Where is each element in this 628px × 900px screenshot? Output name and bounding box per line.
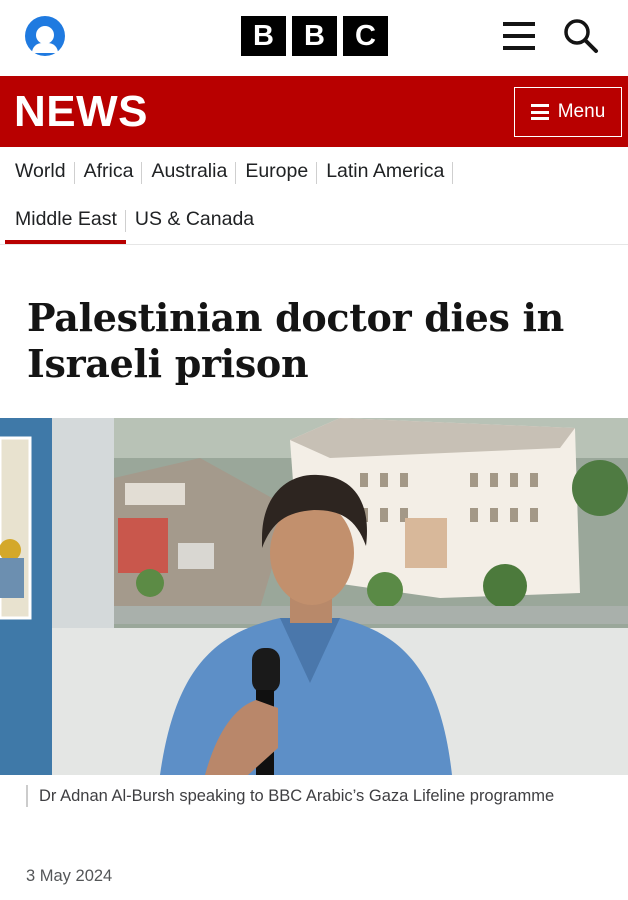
hamburger-icon[interactable] bbox=[503, 22, 535, 50]
nav-row-2: Middle East US & Canada bbox=[0, 195, 263, 244]
nav-item-us-canada[interactable]: US & Canada bbox=[126, 208, 263, 231]
image-caption: Dr Adnan Al-Bursh speaking to BBC Arabic… bbox=[26, 785, 606, 807]
nav-item-europe[interactable]: Europe bbox=[236, 160, 318, 184]
article-headline: Palestinian doctor dies in Israeli priso… bbox=[27, 295, 564, 386]
search-icon[interactable] bbox=[563, 18, 599, 54]
menu-icon bbox=[530, 104, 549, 120]
nav-row-1: World Africa Australia Europe Latin Amer… bbox=[0, 147, 454, 195]
nav-item-middle-east[interactable]: Middle East bbox=[0, 208, 126, 244]
photo-illustration bbox=[0, 418, 628, 775]
news-bar: NEWS Menu bbox=[0, 76, 628, 147]
section-nav: World Africa Australia Europe Latin Amer… bbox=[0, 147, 628, 245]
nav-item-latin-america[interactable]: Latin America bbox=[317, 160, 454, 184]
logo-letter: B bbox=[241, 16, 286, 56]
bbc-logo[interactable]: B B C bbox=[241, 16, 388, 56]
nav-item-world[interactable]: World bbox=[0, 160, 75, 184]
news-title[interactable]: NEWS bbox=[14, 87, 148, 137]
logo-letter: B bbox=[292, 16, 337, 56]
publish-date: 3 May 2024 bbox=[26, 867, 113, 885]
nav-item-australia[interactable]: Australia bbox=[142, 160, 237, 184]
account-icon[interactable] bbox=[25, 16, 65, 56]
menu-button[interactable]: Menu bbox=[514, 87, 622, 137]
logo-letter: C bbox=[343, 16, 388, 56]
menu-label: Menu bbox=[557, 101, 606, 122]
article-photo[interactable] bbox=[0, 418, 628, 775]
top-bar: B B C bbox=[0, 0, 628, 76]
nav-item-africa[interactable]: Africa bbox=[75, 160, 143, 184]
article: Palestinian doctor dies in Israeli priso… bbox=[0, 246, 628, 900]
